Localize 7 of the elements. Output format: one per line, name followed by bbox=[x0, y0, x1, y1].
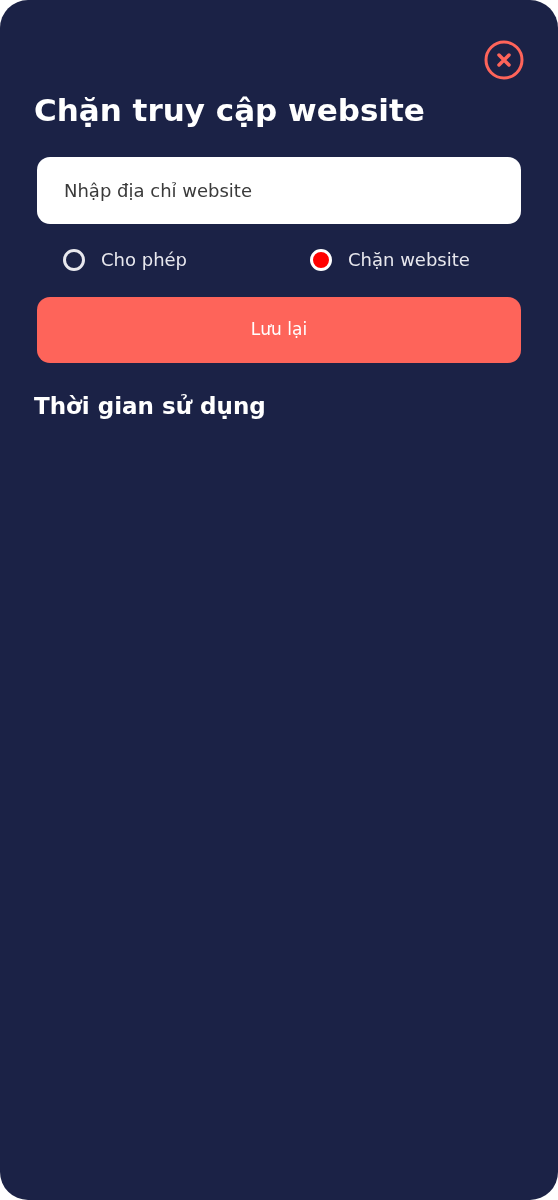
page-title: Chặn truy cập website bbox=[34, 92, 426, 130]
close-icon bbox=[484, 40, 524, 80]
radio-option[interactable]: Chặn website bbox=[310, 246, 470, 274]
url-field[interactable]: Nhập địa chỉ website bbox=[37, 157, 521, 225]
radio-option[interactable]: Cho phép bbox=[63, 246, 310, 274]
close-button[interactable] bbox=[484, 40, 524, 80]
section-title: Thời gian sử dụng bbox=[34, 393, 267, 421]
